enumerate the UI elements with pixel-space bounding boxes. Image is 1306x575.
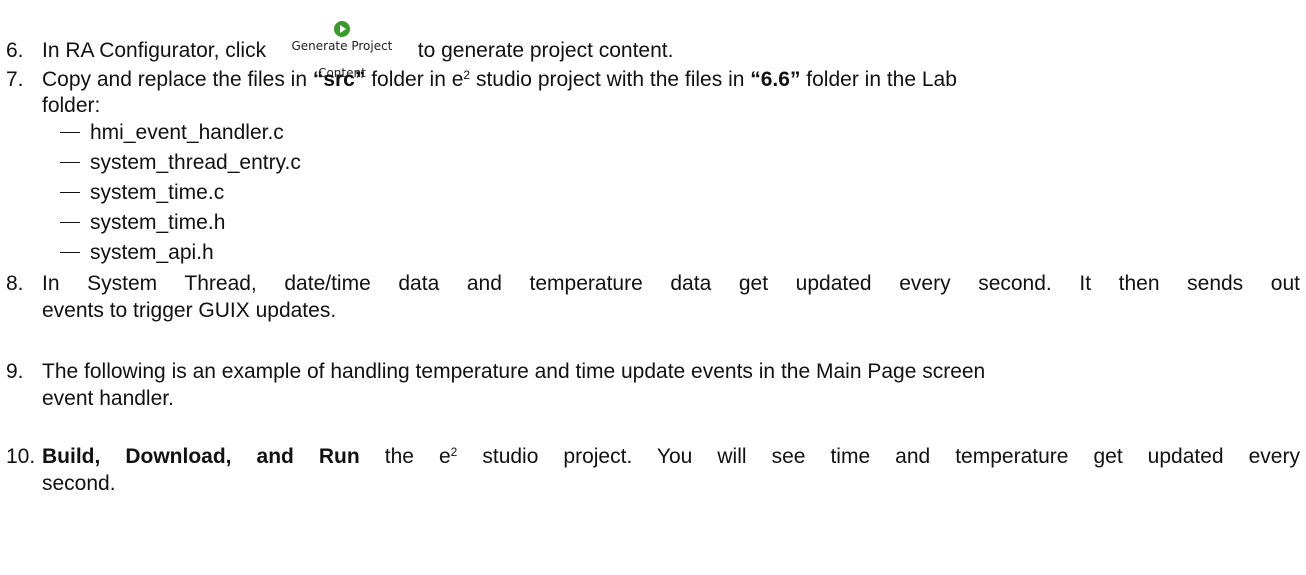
src-folder-name: “src” bbox=[312, 68, 366, 91]
step-7-line-1: Copy and replace the files in “src” fold… bbox=[42, 66, 957, 93]
step-7-text-b: folder in e bbox=[365, 68, 464, 91]
step-7-number: 7. bbox=[6, 68, 24, 91]
dash-bullet bbox=[60, 192, 80, 193]
file-list-item: system_thread_entry.c bbox=[60, 149, 301, 176]
step-7-text-c: studio project with the files in bbox=[470, 68, 751, 91]
step-10-number: 10. bbox=[6, 445, 36, 468]
file-list-item: hmi_event_handler.c bbox=[60, 119, 284, 146]
file-list-item: system_time.h bbox=[60, 209, 225, 236]
dash-bullet bbox=[60, 252, 80, 253]
file-name: system_time.c bbox=[90, 181, 225, 204]
step-10-text-a: the e bbox=[359, 445, 451, 468]
step-7-line-2: folder: bbox=[42, 94, 101, 117]
step-7-text-d: folder in the Lab bbox=[800, 68, 957, 91]
step-6-text: In RA Configurator, click Generate Proje… bbox=[42, 21, 674, 80]
step-10-line-1: Build, Download, and Run the e2 studio p… bbox=[42, 443, 1300, 470]
lab-folder-name: “6.6” bbox=[750, 68, 801, 91]
file-name: hmi_event_handler.c bbox=[90, 121, 284, 144]
step-7-text-a: Copy and replace the files in bbox=[42, 68, 313, 91]
file-name: system_thread_entry.c bbox=[90, 151, 301, 174]
step-6-before: In RA Configurator, click bbox=[42, 39, 272, 62]
step-9-line-2: event handler. bbox=[42, 387, 174, 410]
generate-project-content-button[interactable]: Generate Project Content bbox=[272, 21, 412, 80]
build-download-run-text: Build, Download, and Run bbox=[42, 445, 360, 468]
file-name: system_api.h bbox=[90, 241, 214, 264]
file-name: system_time.h bbox=[90, 211, 226, 234]
step-8-line-1: In System Thread, date/time data and tem… bbox=[42, 272, 1300, 295]
dash-bullet bbox=[60, 162, 80, 163]
step-9-number: 9. bbox=[6, 360, 24, 383]
file-list-item: system_time.c bbox=[60, 179, 224, 206]
dash-bullet bbox=[60, 222, 80, 223]
step-6-after: to generate project content. bbox=[417, 39, 674, 62]
step-8-line-2: events to trigger GUIX updates. bbox=[42, 299, 337, 322]
document-page: 6. In RA Configurator, click Generate Pr… bbox=[0, 0, 1306, 575]
step-8-number: 8. bbox=[6, 272, 24, 295]
step-10-text-b: studio project. You will see time and te… bbox=[457, 445, 1300, 468]
file-list-item: system_api.h bbox=[60, 239, 214, 266]
dash-bullet bbox=[60, 132, 80, 133]
step-10-line-2: second. bbox=[42, 472, 116, 495]
step-9-line-1: The following is an example of handling … bbox=[42, 360, 986, 383]
step-6-number: 6. bbox=[6, 39, 24, 62]
